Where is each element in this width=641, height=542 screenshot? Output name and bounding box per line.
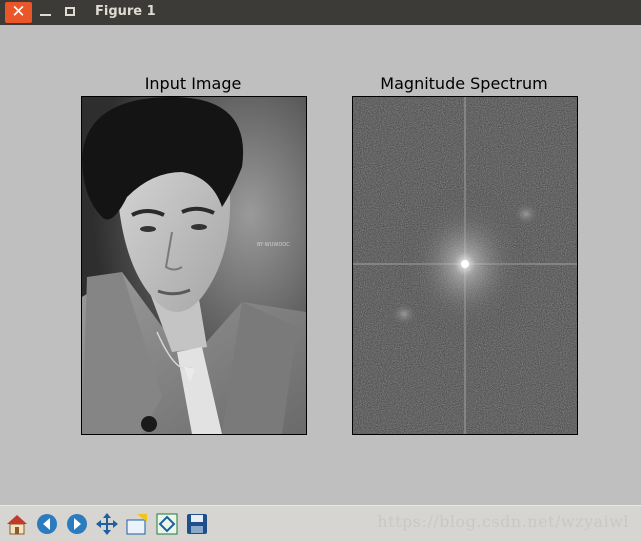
back-arrow-icon bbox=[37, 514, 57, 534]
close-window-button[interactable]: ✕ bbox=[5, 2, 32, 23]
navigation-toolbar: https://blog.csdn.net/wzyaiwl bbox=[0, 505, 641, 542]
magnitude-spectrum-title: Magnitude Spectrum bbox=[380, 74, 548, 93]
forward-button[interactable] bbox=[64, 511, 90, 537]
configure-subplots-button[interactable] bbox=[154, 511, 180, 537]
save-icon bbox=[187, 514, 207, 534]
magnitude-spectrum-axes[interactable] bbox=[352, 96, 578, 435]
window-title: Figure 1 bbox=[95, 4, 156, 19]
forward-arrow-icon bbox=[67, 514, 87, 534]
configure-subplots-icon bbox=[156, 513, 178, 535]
home-button[interactable] bbox=[4, 511, 30, 537]
save-button[interactable] bbox=[184, 511, 210, 537]
pan-button[interactable] bbox=[94, 511, 120, 537]
spectrum-image bbox=[353, 97, 577, 434]
input-image-axes[interactable]: BY·WUWOOC bbox=[81, 96, 307, 435]
home-icon bbox=[7, 515, 27, 535]
blog-watermark: https://blog.csdn.net/wzyaiwl bbox=[377, 512, 629, 531]
zoom-button[interactable] bbox=[124, 511, 150, 537]
image-watermark-text: BY·WUWOOC bbox=[257, 242, 290, 248]
window-titlebar[interactable]: ✕ Figure 1 bbox=[0, 0, 641, 25]
minimize-window-button[interactable] bbox=[40, 14, 51, 16]
maximize-window-button[interactable] bbox=[65, 7, 75, 16]
back-button[interactable] bbox=[34, 511, 60, 537]
pan-icon bbox=[96, 513, 118, 535]
portrait-image: BY·WUWOOC bbox=[82, 97, 306, 434]
zoom-rect-icon bbox=[126, 514, 147, 535]
figure-canvas[interactable]: Input Image BY·WUWOOC Magnitude Spectrum bbox=[0, 25, 641, 505]
input-image-title: Input Image bbox=[144, 74, 242, 93]
